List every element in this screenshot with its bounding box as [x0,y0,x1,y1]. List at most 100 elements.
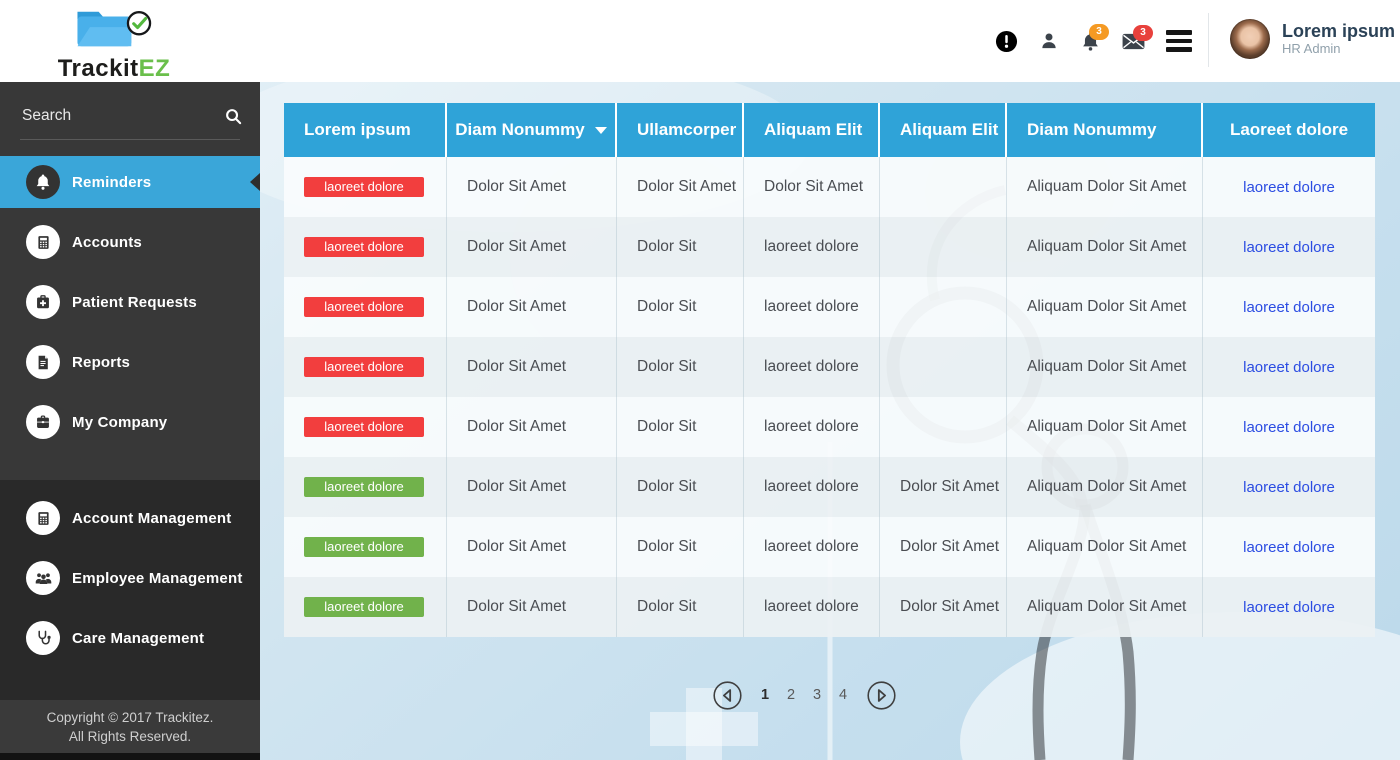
sidebar-item-accounts[interactable]: Accounts [0,216,260,268]
action-cell: laoreet dolore [1203,577,1375,637]
user-profile[interactable]: Lorem ipsum HR Admin [1230,19,1395,59]
sidebar-item-patient-requests[interactable]: Patient Requests [0,276,260,328]
table-cell: Aliquam Dolor Sit Amet [1007,337,1203,397]
folder-check-logo-icon [77,11,152,47]
header-divider [1208,13,1209,67]
status-badge[interactable]: laoreet dolore [304,417,424,437]
search-input[interactable] [20,106,224,126]
table-cell: Dolor Sit Amet [447,157,617,217]
table-cell: Dolor Sit Amet [744,157,880,217]
sidebar-item-label: Account Management [72,509,232,527]
table-cell: laoreet dolore [744,217,880,277]
notifications-bell-icon[interactable]: 3 [1080,23,1109,52]
top-bar: TrackitEZ 3 3 Lorem ipsum HR Admin [0,0,1400,82]
table-row: laoreet dolore Dolor Sit Amet Dolor Sit lao… [284,337,1375,397]
sidebar-item-care-management[interactable]: Care Management [0,612,260,664]
page-number-list: 1234 [752,687,856,703]
bell-count-badge: 3 [1089,23,1109,40]
table-cell: Dolor Sit Amet [880,457,1007,517]
active-item-marker [250,173,260,191]
status-badge[interactable]: laoreet dolore [304,357,424,377]
row-action-link[interactable]: laoreet dolore [1243,539,1335,556]
column-header-label: Diam Nonummy [1027,120,1157,139]
table-cell: laoreet dolore [744,517,880,577]
column-header-diam-nonummy-1[interactable]: Diam Nonummy [447,103,617,157]
column-header-diam-nonummy-5: Diam Nonummy [1007,103,1203,157]
column-header-label: Aliquam Elit [900,120,999,139]
sidebar-item-my-company[interactable]: My Company [0,396,260,448]
mail-count-badge: 3 [1133,24,1153,41]
next-page-button[interactable] [866,680,896,710]
row-action-link[interactable]: laoreet dolore [1243,359,1335,376]
app-logo[interactable]: TrackitEZ [56,4,172,83]
status-cell: laoreet dolore [284,157,447,217]
table-cell [880,157,1007,217]
sidebar-item-label: Accounts [72,233,142,251]
status-cell: laoreet dolore [284,517,447,577]
search-icon[interactable] [224,107,243,126]
brand-wordmark-primary: Trackit [57,55,139,82]
user-profile-icon[interactable] [1039,31,1059,51]
row-action-link[interactable]: laoreet dolore [1243,179,1335,196]
records-table: Lorem ipsum Diam Nonummy Ullamcorper Aliqua… [284,103,1375,637]
status-cell: laoreet dolore [284,577,447,637]
status-cell: laoreet dolore [284,457,447,517]
sidebar-item-label: Reports [72,353,131,371]
table-cell: Dolor Sit Amet [447,457,617,517]
status-cell: laoreet dolore [284,397,447,457]
table-cell: Dolor Sit [617,277,744,337]
table-cell: Dolor Sit Amet [447,337,617,397]
sidebar-primary-menu: Reminders Accounts Patient Requests Reports… [0,156,260,448]
action-cell: laoreet dolore [1203,397,1375,457]
app-page: TrackitEZ 3 3 Lorem ipsum HR Admin Searc… [0,0,1400,760]
status-badge[interactable]: laoreet dolore [304,237,424,257]
messages-envelope-icon[interactable]: 3 [1122,24,1153,51]
row-action-link[interactable]: laoreet dolore [1243,239,1335,256]
row-action-link[interactable]: laoreet dolore [1243,479,1335,496]
calculator-icon [26,225,60,259]
status-badge[interactable]: laoreet dolore [304,297,424,317]
table-cell: Dolor Sit Amet [447,397,617,457]
user-role: HR Admin [1282,41,1341,56]
previous-page-button[interactable] [712,680,742,710]
table-cell [880,277,1007,337]
column-header-label: Ullamcorper [637,120,737,139]
status-badge[interactable]: laoreet dolore [304,537,424,557]
action-cell: laoreet dolore [1203,277,1375,337]
status-cell: laoreet dolore [284,337,447,397]
table-row: laoreet dolore Dolor Sit Amet Dolor Sit lao… [284,577,1375,637]
brand-wordmark: TrackitEZ [56,55,172,83]
column-header-aliquam-elit-3: Aliquam Elit [744,103,880,157]
column-header-label: Diam Nonummy [455,120,585,139]
page-number-1[interactable]: 1 [757,687,773,703]
action-cell: laoreet dolore [1203,157,1375,217]
sidebar: Reminders Accounts Patient Requests Reports… [0,82,260,760]
row-action-link[interactable]: laoreet dolore [1243,299,1335,316]
copyright-line: All Rights Reserved. [68,728,192,744]
table-cell [880,217,1007,277]
status-badge[interactable]: laoreet dolore [304,177,424,197]
sidebar-item-account-management[interactable]: Account Management [0,492,260,544]
row-action-link[interactable]: laoreet dolore [1243,599,1335,616]
table-cell: Dolor Sit Amet [447,277,617,337]
table-cell: Dolor Sit [617,217,744,277]
table-header-row: Lorem ipsum Diam Nonummy Ullamcorper Aliqua… [284,103,1375,157]
table-row: laoreet dolore Dolor Sit Amet Dolor Sit Am… [284,157,1375,217]
sidebar-item-reminders[interactable]: Reminders [0,156,260,208]
table-cell: Dolor Sit Amet [880,517,1007,577]
sidebar-item-employee-management[interactable]: Employee Management [0,552,260,604]
page-number-2[interactable]: 2 [783,687,799,703]
hamburger-menu-icon[interactable] [1166,30,1192,52]
alert-icon[interactable] [995,30,1018,53]
page-number-3[interactable]: 3 [809,687,825,703]
status-badge[interactable]: laoreet dolore [304,597,424,617]
sidebar-bottom-strip [0,753,260,760]
row-action-link[interactable]: laoreet dolore [1243,419,1335,436]
action-cell: laoreet dolore [1203,517,1375,577]
page-number-4[interactable]: 4 [835,687,851,703]
column-header-laoreet-dolore-6: Laoreet dolore [1203,103,1375,157]
table-cell: Dolor Sit Amet [447,517,617,577]
status-badge[interactable]: laoreet dolore [304,477,424,497]
sidebar-item-reports[interactable]: Reports [0,336,260,388]
user-name: Lorem ipsum [1282,21,1396,41]
